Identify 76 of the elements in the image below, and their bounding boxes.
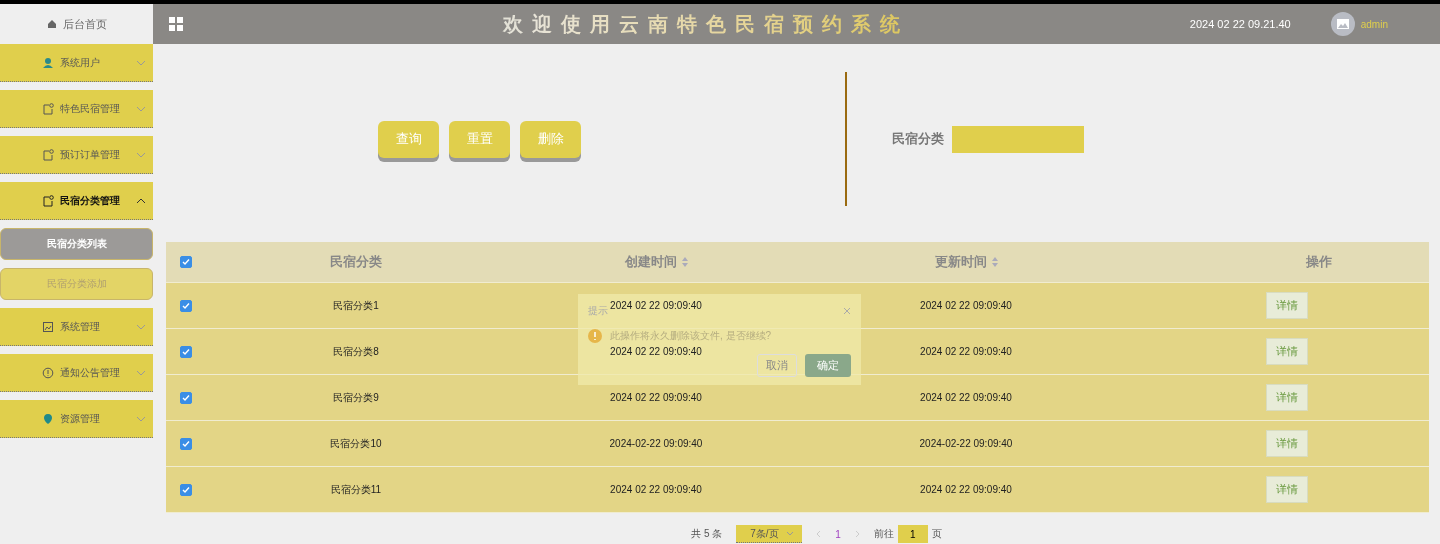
sidebar-menu-item[interactable]: 资源管理 [0, 400, 153, 438]
chevron-left-icon [816, 530, 822, 538]
sidebar-menu-item[interactable]: 系统管理 [0, 308, 153, 346]
chevron-up-icon [136, 197, 146, 204]
document-icon [42, 194, 54, 207]
column-header: 操作 [1306, 253, 1332, 271]
image-icon [42, 320, 54, 333]
table-cell: 民宿分类8 [333, 344, 379, 359]
sidebar-menu-item[interactable]: 特色民宿管理 [0, 90, 153, 128]
table-cell: 2024 02 22 09:09:40 [920, 346, 1012, 357]
page-number[interactable]: 1 [835, 528, 841, 540]
table-cell: 2024 02 22 09:09:40 [920, 300, 1012, 311]
sidebar-menu-item[interactable]: 预订订单管理 [0, 136, 153, 174]
chevron-down-icon [786, 531, 795, 536]
goto-label: 前往 [873, 527, 894, 541]
sidebar-menu-item[interactable]: 民宿分类管理 [0, 182, 153, 220]
chevron-down-icon [136, 59, 146, 66]
checkbox[interactable] [180, 437, 192, 450]
page-size-select[interactable]: 7条/页 [736, 525, 803, 543]
checkbox[interactable] [180, 256, 192, 268]
chevron-down-icon [136, 369, 146, 376]
table-cell: 2024 02 22 09:09:40 [920, 392, 1012, 403]
chevron-right-icon [854, 530, 860, 538]
chevron-down-icon [136, 415, 146, 422]
page-input[interactable]: 1 [897, 525, 928, 543]
table-cell: 2024 02 22 09:09:40 [610, 392, 702, 403]
info-icon [42, 366, 54, 379]
grid-menu-icon [169, 17, 183, 31]
date-time: 2024 02 22 09.21.40 [1189, 18, 1291, 30]
checkbox[interactable] [180, 299, 192, 312]
details-button[interactable]: 详情 [1266, 430, 1308, 457]
cancel-button[interactable]: 取消 [757, 354, 797, 377]
table-cell: 2024 02 22 09:09:40 [610, 484, 702, 495]
checkbox[interactable] [180, 483, 192, 496]
table-cell: 民宿分类9 [333, 390, 379, 405]
close-icon [843, 307, 851, 315]
user-icon [42, 56, 54, 69]
table-cell: 民宿分类1 [333, 298, 379, 313]
details-button[interactable]: 详情 [1266, 384, 1308, 411]
user-name[interactable]: admin [1360, 18, 1388, 30]
sidebar-menu-item[interactable]: 通知公告管理 [0, 354, 153, 392]
sort-icon [681, 257, 688, 267]
total-count: 共 5 条 [691, 527, 723, 541]
column-header[interactable]: 创建时间 [624, 253, 677, 271]
sidebar-menu-item[interactable]: 系统用户 [0, 44, 153, 82]
pin-icon [42, 412, 54, 425]
page-unit: 页 [931, 527, 942, 541]
table-cell: 2024-02-22 09:09:40 [609, 438, 703, 449]
checkbox[interactable] [180, 391, 192, 404]
table-cell: 民宿分类11 [330, 482, 382, 497]
chevron-down-icon [136, 105, 146, 112]
home-link[interactable]: 后台首页 [0, 4, 153, 44]
category-input[interactable] [952, 125, 1084, 153]
sort-icon [991, 257, 998, 267]
column-header: 民宿分类 [330, 253, 382, 271]
table-cell: 2024 02 22 09:09:40 [610, 300, 702, 311]
column-header[interactable]: 更新时间 [934, 253, 987, 271]
dialog-title: 提示 [588, 304, 608, 318]
document-icon [42, 102, 54, 115]
table-cell: 2024 02 22 09:09:40 [920, 484, 1012, 495]
document-icon [42, 148, 54, 161]
table-cell: 民宿分类10 [330, 436, 382, 451]
details-button[interactable]: 详情 [1266, 292, 1308, 319]
confirm-button[interactable]: 确定 [805, 354, 851, 377]
table-cell: 2024 02 22 09:09:40 [610, 346, 702, 357]
home-icon [46, 19, 57, 29]
field-label: 民宿分类 [892, 130, 944, 148]
chevron-down-icon [136, 323, 146, 330]
details-button[interactable]: 详情 [1266, 338, 1308, 365]
chevron-down-icon [136, 151, 146, 158]
details-button[interactable]: 详情 [1266, 476, 1308, 503]
avatar-icon [1330, 12, 1355, 36]
submenu-item[interactable]: 民宿分类列表 [0, 228, 153, 260]
checkbox[interactable] [180, 345, 192, 358]
table-cell: 2024-02-22 09:09:40 [919, 438, 1013, 449]
warning-icon [588, 329, 602, 343]
